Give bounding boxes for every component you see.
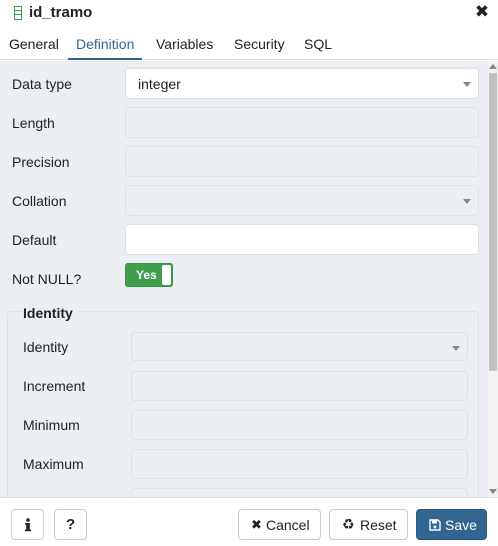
recycle-icon: ♻ — [342, 516, 355, 532]
maximum-input[interactable] — [131, 449, 468, 479]
definition-panel: Data type integer Length Precision Colla… — [0, 61, 488, 497]
dialog-footer: ? ✖ Cancel ♻ Reset Save — [0, 497, 498, 546]
cancel-button[interactable]: ✖ Cancel — [238, 509, 321, 540]
default-label: Default — [12, 232, 57, 248]
close-icon: ✖ — [251, 517, 262, 532]
save-label: Save — [445, 517, 477, 533]
save-icon — [429, 519, 441, 531]
tab-general[interactable]: General — [9, 28, 59, 60]
tab-sql[interactable]: SQL — [304, 28, 332, 60]
not-null-toggle[interactable]: Yes — [125, 263, 173, 287]
minimum-input[interactable] — [131, 410, 468, 440]
info-icon — [25, 518, 31, 532]
tab-bar: General Definition Variables Security SQ… — [0, 28, 498, 60]
chevron-down-icon — [452, 346, 460, 351]
length-label: Length — [12, 115, 55, 131]
next-identity-input[interactable] — [131, 488, 468, 497]
toggle-knob — [162, 265, 171, 285]
reset-label: Reset — [360, 517, 397, 533]
scroll-up-icon[interactable] — [489, 64, 497, 69]
dialog-titlebar: id_tramo ✖ — [0, 0, 498, 27]
minimum-label: Minimum — [23, 417, 80, 433]
precision-input[interactable] — [125, 146, 479, 177]
save-button[interactable]: Save — [416, 509, 487, 540]
increment-input[interactable] — [131, 371, 468, 401]
help-icon: ? — [66, 516, 76, 533]
reset-button[interactable]: ♻ Reset — [329, 509, 408, 540]
precision-label: Precision — [12, 154, 70, 170]
increment-label: Increment — [23, 378, 86, 394]
identity-label: Identity — [23, 339, 69, 355]
tab-definition[interactable]: Definition — [68, 28, 143, 60]
scroll-down-icon[interactable] — [489, 489, 497, 494]
scrollbar-thumb[interactable] — [489, 73, 497, 371]
collation-label: Collation — [12, 193, 67, 209]
column-icon — [14, 6, 22, 20]
tab-security[interactable]: Security — [234, 28, 285, 60]
data-type-label: Data type — [12, 76, 72, 92]
cancel-label: Cancel — [266, 517, 310, 533]
identity-select[interactable] — [131, 332, 468, 361]
data-type-select[interactable]: integer — [125, 68, 479, 99]
chevron-down-icon — [463, 82, 471, 87]
identity-fieldset: Identity Identity Increment Minimum Maxi… — [7, 305, 479, 497]
identity-legend: Identity — [23, 305, 77, 321]
dialog-title: id_tramo — [29, 4, 93, 21]
close-icon[interactable]: ✖ — [474, 3, 490, 21]
help-button[interactable]: ? — [54, 509, 87, 540]
tab-variables[interactable]: Variables — [156, 28, 213, 60]
toggle-label: Yes — [136, 268, 157, 282]
chevron-down-icon — [463, 199, 471, 204]
maximum-label: Maximum — [23, 456, 84, 472]
default-input[interactable] — [125, 224, 479, 255]
not-null-label: Not NULL? — [12, 271, 82, 287]
length-input[interactable] — [125, 107, 479, 138]
collation-select[interactable] — [125, 185, 479, 216]
data-type-value: integer — [138, 76, 181, 92]
info-button[interactable] — [11, 509, 44, 540]
vertical-scrollbar[interactable] — [488, 61, 498, 497]
